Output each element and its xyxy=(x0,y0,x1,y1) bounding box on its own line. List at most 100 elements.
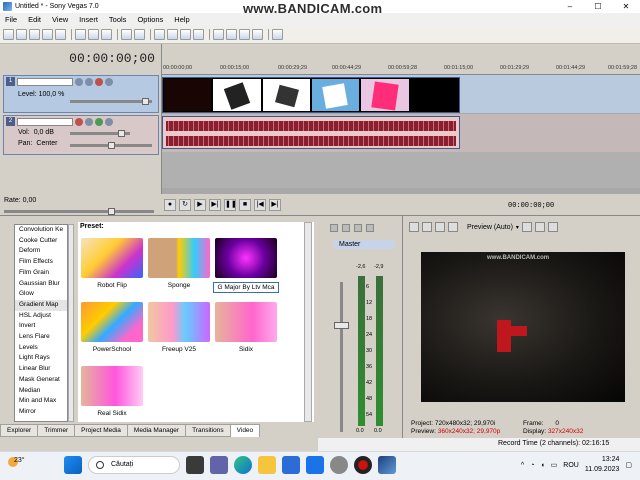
record-button[interactable]: ● xyxy=(164,199,176,211)
fx-list-item[interactable]: Lens Flare xyxy=(15,332,67,343)
preview-fx-icon[interactable] xyxy=(435,222,445,232)
notifications-icon[interactable]: ▢ xyxy=(625,461,632,469)
fx-list-item[interactable]: Film Effects xyxy=(15,257,67,268)
split-screen-icon[interactable] xyxy=(448,222,458,232)
preset-g-major[interactable]: G Major By Ltv Mca xyxy=(213,236,279,298)
menu-help[interactable]: Help xyxy=(169,15,195,24)
open-icon[interactable] xyxy=(16,29,27,40)
copy-snapshot-icon[interactable] xyxy=(534,222,545,232)
save-snapshot-icon[interactable] xyxy=(547,222,558,232)
audio-clip[interactable] xyxy=(162,116,460,149)
menu-tools[interactable]: Tools xyxy=(104,15,133,24)
paste-icon[interactable] xyxy=(101,29,112,40)
mixer-menu-icon[interactable] xyxy=(366,224,374,232)
volume-slider[interactable] xyxy=(70,130,130,137)
selection-edit-icon[interactable] xyxy=(239,29,250,40)
loop-button[interactable]: ↻ xyxy=(179,199,191,211)
fx-list-item[interactable]: Mask Generat xyxy=(15,375,67,386)
autoripple-icon[interactable] xyxy=(167,29,178,40)
play-from-start-button[interactable]: ▶ xyxy=(194,199,206,211)
menu-file[interactable]: File xyxy=(0,15,23,24)
invert-phase-icon[interactable] xyxy=(85,117,93,126)
teams-chat-icon[interactable] xyxy=(210,456,228,474)
lock-envelope-icon[interactable] xyxy=(180,29,191,40)
fx-list-item[interactable]: Light Rays xyxy=(15,353,67,364)
temperature[interactable]: 23° xyxy=(14,457,25,464)
fx-list-item[interactable]: Levels xyxy=(15,343,67,354)
wifi-icon[interactable]: ◔ xyxy=(530,462,534,469)
properties-icon[interactable] xyxy=(55,29,66,40)
fx-list-scrollbar[interactable] xyxy=(68,224,74,422)
task-view-icon[interactable] xyxy=(186,456,204,474)
close-button[interactable]: ✕ xyxy=(612,0,640,13)
save-icon[interactable] xyxy=(29,29,40,40)
zoom-edit-icon[interactable] xyxy=(252,29,263,40)
bandicam-record-icon[interactable] xyxy=(354,456,372,474)
pause-button[interactable]: ❚❚ xyxy=(224,199,237,211)
track-name-field[interactable] xyxy=(17,117,73,126)
menu-view[interactable]: View xyxy=(47,15,74,24)
downmix-icon[interactable] xyxy=(354,224,362,232)
tab-media-manager[interactable]: Media Manager xyxy=(126,424,187,437)
insert-fx-icon[interactable] xyxy=(342,224,350,232)
fx-icon[interactable] xyxy=(85,77,93,86)
fx-list-item[interactable]: Glow xyxy=(15,289,67,300)
preset-freeup[interactable]: Freeup V25 xyxy=(146,300,212,362)
video-track-header[interactable]: 1 Level: 100,0 % xyxy=(3,75,159,113)
ignore-grouping-icon[interactable] xyxy=(193,29,204,40)
volume-icon[interactable]: ◖ xyxy=(540,462,544,469)
fx-list-item[interactable]: Gaussian Blur xyxy=(15,279,67,290)
cut-icon[interactable] xyxy=(75,29,86,40)
play-button[interactable]: ▶| xyxy=(209,199,221,211)
rate-slider[interactable] xyxy=(4,208,154,215)
fx-list-item[interactable]: Mirror xyxy=(15,407,67,418)
chevron-down-icon[interactable]: ▾ xyxy=(516,224,519,231)
tab-explorer[interactable]: Explorer xyxy=(0,424,39,437)
tab-transitions[interactable]: Transitions xyxy=(185,424,231,437)
stop-button[interactable]: ■ xyxy=(239,199,251,211)
audio-track-header[interactable]: 2 Vol: 0,0 dB Pan: Center xyxy=(3,115,159,155)
timeline-area[interactable]: 00:00:00;00 00:00:15;00 00:00:29;29 00:0… xyxy=(162,44,640,194)
preview-properties-icon[interactable] xyxy=(409,222,419,232)
preset-real-sidix[interactable]: Real Sidix xyxy=(79,364,145,426)
windows-start-icon[interactable] xyxy=(64,456,82,474)
store-icon[interactable] xyxy=(282,456,300,474)
vegas-taskbar-icon[interactable] xyxy=(378,456,396,474)
render-icon[interactable] xyxy=(42,29,53,40)
tab-video-fx[interactable]: Video xyxy=(229,424,261,437)
taskbar-search-input[interactable]: Căutați xyxy=(88,456,180,474)
preset-sponge[interactable]: Sponge xyxy=(146,236,212,298)
fx-icon[interactable] xyxy=(95,117,103,126)
external-monitor-icon[interactable] xyxy=(422,222,432,232)
chevron-up-icon[interactable]: ^ xyxy=(521,462,524,469)
fx-list-item[interactable]: Film Grain xyxy=(15,268,67,279)
snap-icon[interactable] xyxy=(154,29,165,40)
normal-edit-icon[interactable] xyxy=(213,29,224,40)
fx-list-item[interactable]: Linear Blur xyxy=(15,364,67,375)
fx-list-item[interactable]: HSL Adjust xyxy=(15,311,67,322)
mute-icon[interactable] xyxy=(95,77,103,86)
pan-slider[interactable] xyxy=(70,142,152,149)
envelope-edit-icon[interactable] xyxy=(226,29,237,40)
mail-icon[interactable] xyxy=(306,456,324,474)
keyboard-language[interactable]: ROU xyxy=(563,462,579,469)
track-motion-icon[interactable] xyxy=(75,77,83,86)
insert-bus-icon[interactable] xyxy=(330,224,338,232)
go-to-end-button[interactable]: ▶| xyxy=(269,199,281,211)
minimize-button[interactable]: – xyxy=(556,0,584,13)
preset-scrollbar[interactable] xyxy=(304,222,312,422)
fx-list-item[interactable]: Gradient Map xyxy=(15,299,67,311)
master-fader[interactable] xyxy=(334,282,349,432)
time-ruler[interactable]: 00:00:00;00 00:00:15;00 00:00:29;29 00:0… xyxy=(162,62,640,75)
fx-list-item[interactable]: Deform xyxy=(15,246,67,257)
level-slider[interactable] xyxy=(70,98,152,105)
menu-edit[interactable]: Edit xyxy=(23,15,47,24)
fx-list-item[interactable]: Min and Max xyxy=(15,396,67,407)
video-clip[interactable] xyxy=(162,77,460,113)
preset-powerschool[interactable]: PowerSchool xyxy=(79,300,145,362)
help-icon[interactable] xyxy=(272,29,283,40)
battery-icon[interactable]: ▭ xyxy=(551,461,558,469)
fx-list-item[interactable]: Convolution Ke xyxy=(15,225,67,236)
arm-record-icon[interactable] xyxy=(75,117,83,126)
clock[interactable]: 13:24 11.09.2023 xyxy=(585,455,620,475)
